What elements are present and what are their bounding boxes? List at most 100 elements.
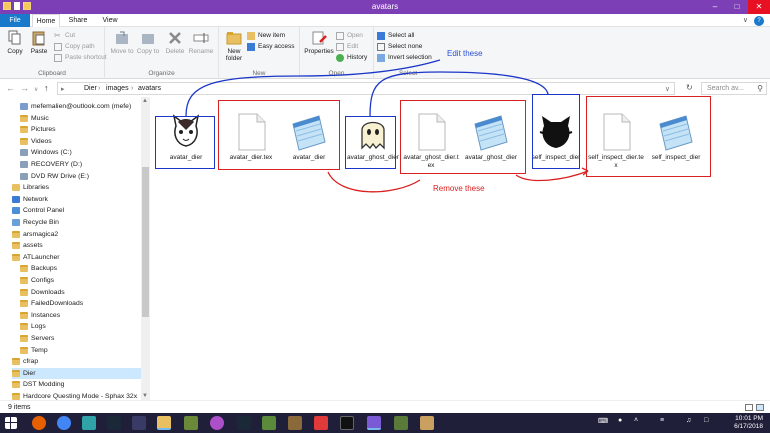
network-icon[interactable]: ≡ [660,417,664,424]
select-all-button[interactable]: Select all [377,31,414,41]
file-item[interactable]: self_inspect_dier [528,110,584,170]
app-icon[interactable] [394,416,408,430]
select-none-button[interactable]: Select none [377,42,422,52]
new-item-button[interactable]: New item [247,31,285,41]
easy-access-button[interactable]: Easy access [247,42,295,52]
system-clock[interactable]: 10:01 PM 6/17/2018 [734,415,763,431]
scroll-up-icon[interactable]: ▲ [142,98,148,104]
copy-to-button[interactable]: Copy to [135,30,161,55]
nav-item[interactable]: Libraries [12,182,141,193]
chrome-icon[interactable] [57,416,71,430]
nav-item[interactable]: RECOVERY (D:) [20,159,141,170]
nav-item[interactable]: Control Panel [12,205,141,216]
delete-button[interactable]: Delete [162,30,188,55]
scroll-down-icon[interactable]: ▼ [142,393,148,399]
file-item[interactable]: avatar_dier [158,110,214,170]
file-explorer-icon[interactable] [157,416,171,430]
app-icon[interactable] [210,416,224,430]
paste-shortcut-button[interactable]: Paste shortcut [54,53,107,63]
show-hidden-icons-icon[interactable]: ˄ [634,417,638,424]
navigation-scrollbar[interactable]: ▲ ▼ [141,97,150,400]
steam-icon[interactable] [107,416,121,430]
tab-file[interactable]: File [0,14,30,27]
app-icon[interactable] [288,416,302,430]
paste-button[interactable]: Paste [26,30,52,55]
firefox-icon[interactable] [32,416,46,430]
file-item[interactable]: self_inspect_dier [648,110,704,170]
nav-item[interactable]: Network [12,194,141,205]
file-item[interactable]: avatar_dier [281,110,337,170]
maximize-button[interactable]: □ [726,0,748,14]
help-icon[interactable]: ? [754,16,764,26]
nav-item[interactable]: Windows (C:) [20,147,141,158]
nav-item[interactable]: ATLauncher [12,252,141,263]
app-icon[interactable] [132,416,146,430]
open-button[interactable]: Open [336,31,363,41]
windows-start-icon[interactable] [5,417,17,429]
tab-home[interactable]: Home [32,14,60,27]
nav-item[interactable]: Configs [20,275,141,286]
nav-item[interactable]: Recycle Bin [12,217,141,228]
chevron-down-icon[interactable]: ∨ [743,16,748,24]
nav-item[interactable]: Dier [12,367,141,379]
back-arrow-icon[interactable]: ← [6,83,15,93]
copy-path-button[interactable]: Copy path [54,42,95,52]
large-icons-view-icon[interactable] [756,404,764,411]
forward-arrow-icon[interactable]: → [20,83,29,93]
breadcrumb-avatars[interactable]: avatars [138,85,161,92]
keyboard-icon[interactable]: ⌨ [598,417,608,425]
properties-button[interactable]: Properties [302,30,336,55]
nav-item[interactable]: Videos [20,136,141,147]
file-item[interactable]: avatar_ghost_dier.tex [403,110,459,170]
nav-item[interactable]: Instances [20,310,141,321]
file-item[interactable]: avatar_dier.tex [223,110,279,170]
copy-button[interactable]: Copy [2,30,28,55]
move-to-button[interactable]: Move to [109,30,135,55]
discord-icon[interactable] [367,416,381,430]
app-icon[interactable] [314,416,328,430]
nav-item[interactable]: Servers [20,333,141,344]
file-item[interactable]: self_inspect_dier.tex [588,110,644,170]
cut-button[interactable]: ✂ Cut [54,31,75,41]
nav-item[interactable]: Music [20,113,141,124]
edit-button[interactable]: Edit [336,42,358,52]
steam-icon[interactable] [237,416,251,430]
search-input[interactable]: Search av... ⚲ [701,82,767,95]
app-icon[interactable] [184,416,198,430]
nav-item[interactable]: Backups [20,263,141,274]
nav-item[interactable]: DST Modding [12,379,141,390]
file-item[interactable]: avatar_ghost_dier [345,110,401,170]
breadcrumb-images[interactable]: images [106,85,129,92]
nav-item[interactable]: cfrap [12,356,141,367]
file-item[interactable]: avatar_ghost_dier [463,110,519,170]
nav-item[interactable]: DVD RW Drive (E:) [20,171,141,182]
volume-icon[interactable]: ♫ [686,417,691,424]
invert-selection-button[interactable]: Invert selection [377,53,432,63]
minimize-button[interactable]: – [704,0,726,14]
chevron-down-icon[interactable]: ∨ [665,85,670,93]
nav-item[interactable]: assets [12,240,141,251]
scrollbar-thumb[interactable] [142,167,149,317]
rename-button[interactable]: Rename [188,30,214,55]
refresh-icon[interactable]: ↻ [686,83,693,92]
new-folder-button[interactable]: New folder [221,30,247,62]
minecraft-icon[interactable] [262,416,276,430]
nav-item[interactable]: FailedDownloads [20,298,141,309]
details-view-icon[interactable] [745,404,753,411]
breadcrumb-dier[interactable]: Dier [84,85,97,92]
history-button[interactable]: History [336,53,367,63]
nav-item[interactable]: Pictures [20,124,141,135]
nav-item[interactable]: mefemalien@outlook.com (mefe) [20,101,141,112]
terminal-icon[interactable] [340,416,354,430]
nav-item[interactable]: Hardcore Questing Mode - Sphax 32x [12,391,141,400]
nav-item[interactable]: Temp [20,345,141,356]
up-arrow-icon[interactable]: ↑ [44,83,49,93]
tray-app-icon[interactable]: ● [618,417,622,424]
nav-item[interactable]: Downloads [20,287,141,298]
app-icon[interactable] [82,416,96,430]
nav-item[interactable]: arsmagica2 [12,229,141,240]
address-path[interactable]: ▸ Dier › images › avatars ∨ [57,82,675,95]
tab-view[interactable]: View [96,14,124,27]
app-icon[interactable] [420,416,434,430]
notification-icon[interactable]: □ [704,417,708,424]
